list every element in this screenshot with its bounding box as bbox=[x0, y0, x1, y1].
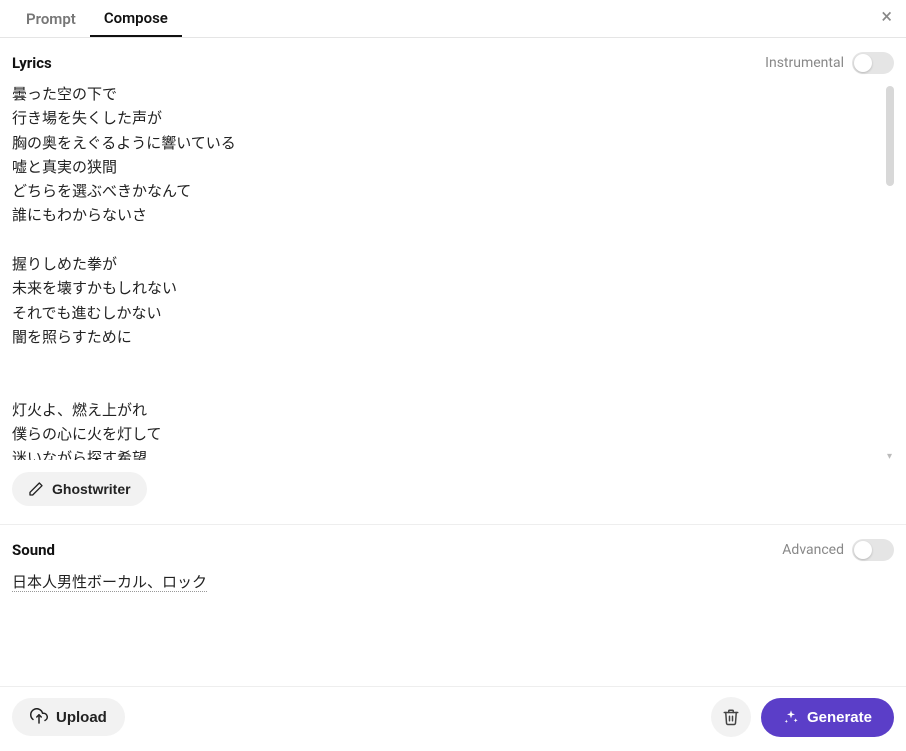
trash-icon bbox=[722, 708, 740, 726]
instrumental-toggle-group: Instrumental bbox=[765, 52, 894, 74]
instrumental-label: Instrumental bbox=[765, 55, 844, 71]
ghostwriter-button[interactable]: Ghostwriter bbox=[12, 472, 147, 506]
advanced-label: Advanced bbox=[782, 542, 844, 558]
ghostwriter-label: Ghostwriter bbox=[52, 481, 131, 497]
lyrics-title: Lyrics bbox=[12, 54, 52, 72]
toggle-knob bbox=[854, 54, 872, 72]
chevron-down-icon[interactable]: ▾ bbox=[887, 451, 892, 462]
sparkle-icon bbox=[783, 709, 799, 725]
tab-prompt[interactable]: Prompt bbox=[12, 2, 90, 36]
lyrics-scrollbar[interactable] bbox=[886, 86, 894, 186]
footer: Upload Generate bbox=[0, 686, 906, 751]
generate-button[interactable]: Generate bbox=[761, 698, 894, 737]
advanced-toggle[interactable] bbox=[852, 539, 894, 561]
tabs-row: Prompt Compose × bbox=[0, 0, 906, 38]
lyrics-area: 曇った空の下で 行き場を失くした声が 胸の奥をえぐるように響いている 嘘と真実の… bbox=[12, 82, 894, 460]
lyrics-header: Lyrics Instrumental bbox=[12, 52, 894, 74]
sound-section: Sound Advanced 日本人男性ボーカル、ロック bbox=[0, 525, 906, 606]
close-icon[interactable]: × bbox=[881, 6, 892, 26]
lyrics-section: Lyrics Instrumental 曇った空の下で 行き場を失くした声が 胸… bbox=[0, 38, 906, 516]
advanced-toggle-group: Advanced bbox=[782, 539, 894, 561]
instrumental-toggle[interactable] bbox=[852, 52, 894, 74]
sound-title: Sound bbox=[12, 541, 55, 559]
footer-right: Generate bbox=[711, 697, 894, 737]
lyrics-textarea[interactable]: 曇った空の下で 行き場を失くした声が 胸の奥をえぐるように響いている 嘘と真実の… bbox=[12, 82, 894, 460]
generate-label: Generate bbox=[807, 709, 872, 726]
trash-button[interactable] bbox=[711, 697, 751, 737]
upload-icon bbox=[30, 708, 48, 726]
sound-input[interactable]: 日本人男性ボーカル、ロック bbox=[12, 573, 207, 592]
tab-compose[interactable]: Compose bbox=[90, 1, 182, 37]
sound-header: Sound Advanced bbox=[12, 539, 894, 561]
upload-label: Upload bbox=[56, 709, 107, 726]
toggle-knob bbox=[854, 541, 872, 559]
upload-button[interactable]: Upload bbox=[12, 698, 125, 736]
pen-icon bbox=[28, 481, 44, 497]
